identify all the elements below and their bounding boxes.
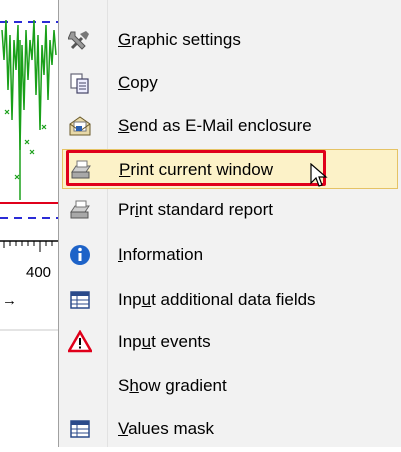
menu-item-label: Show gradient (118, 376, 227, 395)
menu-item-label: Information (118, 245, 204, 264)
menu-item-label: Copy (118, 73, 158, 92)
table-icon (68, 288, 92, 312)
copy-icon (68, 71, 92, 95)
menu-item-copy[interactable]: Copy (62, 63, 398, 103)
warning-icon (68, 330, 92, 354)
mouse-cursor-icon (310, 162, 328, 194)
printer-icon (68, 198, 92, 222)
context-menu: Graphic settings Copy Send as E-Mail enc… (58, 0, 401, 447)
menu-item-values-mask[interactable]: Values mask (62, 409, 398, 449)
menu-item-input-events[interactable]: Input events (62, 322, 398, 362)
menu-item-label: Send as E-Mail enclosure (118, 116, 312, 135)
menu-item-show-gradient[interactable]: Show gradient (62, 366, 398, 406)
menu-item-label: Print standard report (118, 200, 273, 219)
x-tick-label: 400 (26, 264, 51, 281)
arrow-glyph: → (2, 292, 17, 309)
menu-item-label: Values mask (118, 419, 215, 438)
menu-item-graphic-settings[interactable]: Graphic settings (62, 20, 398, 60)
annotation-highlight-box (66, 150, 326, 186)
info-icon (68, 243, 92, 267)
menu-item-print-standard-report[interactable]: Print standard report (62, 190, 398, 230)
chart-fragment: 400 → (0, 0, 58, 447)
x-axis-ticks (3, 241, 53, 252)
table-icon (68, 417, 92, 441)
email-icon (68, 114, 92, 138)
menu-item-information[interactable]: Information (62, 235, 398, 275)
menu-item-input-additional-data-fields[interactable]: Input additional data fields (62, 280, 398, 320)
menu-item-label: Graphic settings (118, 30, 241, 49)
menu-item-label: Input events (118, 332, 211, 351)
menu-item-send-email[interactable]: Send as E-Mail enclosure (62, 106, 398, 146)
chart-plot: 400 → (0, 0, 58, 331)
tools-icon (68, 28, 92, 52)
menu-item-label: Input additional data fields (118, 290, 316, 309)
